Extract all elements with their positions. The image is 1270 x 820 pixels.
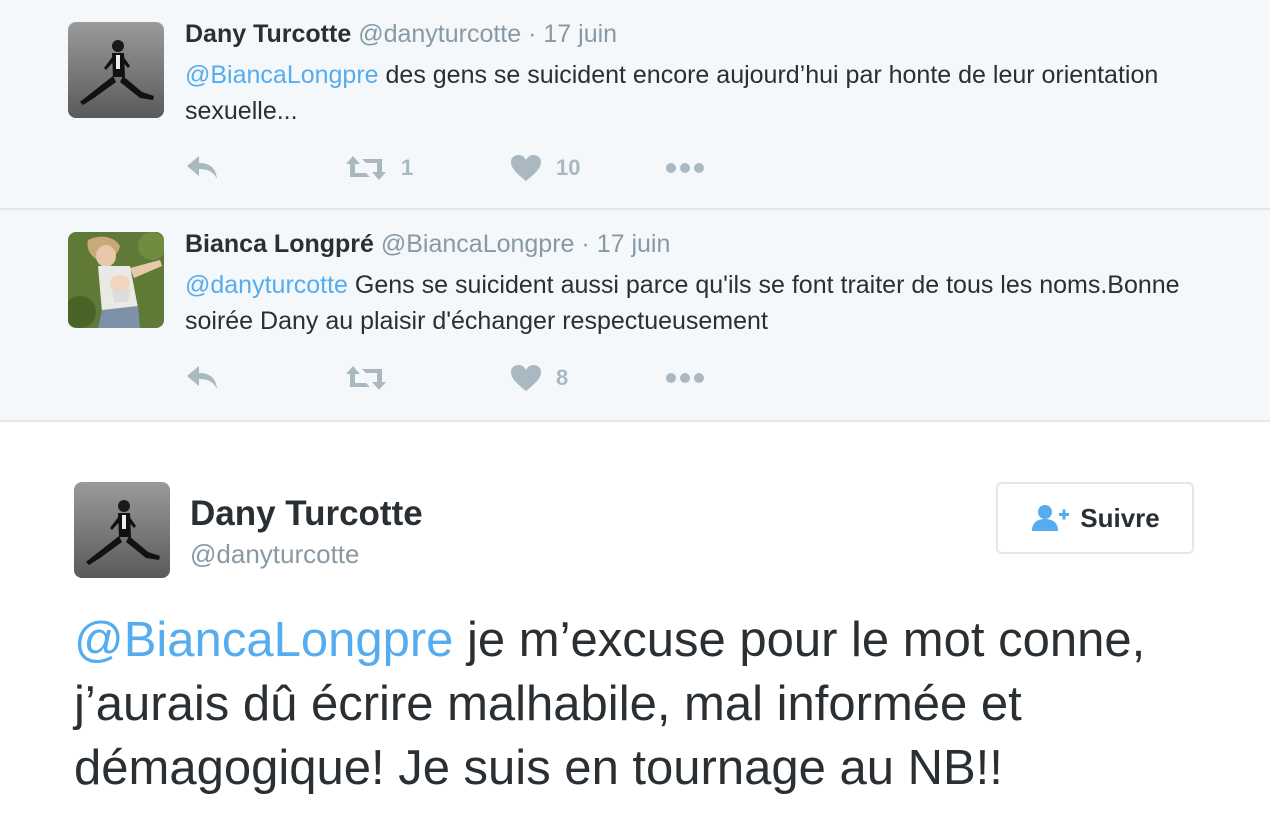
author-name[interactable]: Bianca Longpré bbox=[185, 230, 374, 258]
tweet-date[interactable]: 17 juin bbox=[543, 20, 617, 48]
like-button[interactable]: 10 bbox=[510, 148, 580, 188]
reply-icon bbox=[187, 366, 217, 389]
mention-link[interactable]: @BiancaLongpre bbox=[74, 613, 453, 667]
avatar[interactable] bbox=[68, 232, 164, 328]
retweet-button[interactable] bbox=[345, 358, 401, 398]
add-user-icon bbox=[1032, 505, 1070, 531]
reply-icon bbox=[187, 156, 217, 179]
retweet-button[interactable]: 1 bbox=[345, 148, 413, 188]
follow-button[interactable]: Suivre bbox=[996, 482, 1194, 554]
more-dots-icon bbox=[666, 163, 704, 173]
heart-icon bbox=[511, 365, 541, 391]
tweet-actions: 1 10 bbox=[185, 148, 745, 188]
follow-button-label: Suivre bbox=[1080, 502, 1160, 533]
more-dots-icon bbox=[666, 373, 704, 383]
separator: · bbox=[581, 230, 590, 258]
retweet-count: 1 bbox=[401, 155, 414, 180]
tweet-header: Bianca Longpré @BiancaLongpre · 17 juin bbox=[185, 230, 670, 259]
author-name[interactable]: Dany Turcotte bbox=[185, 20, 351, 48]
avatar[interactable] bbox=[68, 22, 164, 118]
more-button[interactable] bbox=[665, 148, 705, 188]
author-handle[interactable]: @danyturcotte bbox=[190, 539, 359, 570]
author-handle[interactable]: @BiancaLongpre bbox=[381, 230, 575, 258]
jumping-man-avatar-icon bbox=[74, 482, 170, 578]
woman-with-baby-avatar-icon bbox=[68, 232, 164, 328]
avatar[interactable] bbox=[74, 482, 170, 578]
retweet-icon bbox=[346, 156, 386, 180]
tweet-actions: 8 bbox=[185, 358, 745, 398]
mention-link[interactable]: @danyturcotte bbox=[185, 271, 348, 299]
reply-tweet[interactable]: Dany Turcotte @danyturcotte · 17 juin @B… bbox=[0, 0, 1270, 210]
jumping-man-avatar-icon bbox=[68, 22, 164, 118]
like-count: 8 bbox=[556, 365, 569, 390]
retweet-icon bbox=[346, 366, 386, 390]
tweet-text: @BiancaLongpre des gens se suicident enc… bbox=[185, 57, 1225, 129]
more-button[interactable] bbox=[665, 358, 705, 398]
tweet-text: @danyturcotte Gens se suicident aussi pa… bbox=[185, 267, 1225, 339]
like-button[interactable]: 8 bbox=[510, 358, 568, 398]
tweet-text: @BiancaLongpre je m’excuse pour le mot c… bbox=[74, 608, 1214, 800]
author-handle[interactable]: @danyturcotte bbox=[358, 20, 521, 48]
tweet-date[interactable]: 17 juin bbox=[597, 230, 671, 258]
like-count: 10 bbox=[556, 155, 581, 180]
reply-button[interactable] bbox=[185, 358, 219, 398]
heart-icon bbox=[511, 155, 541, 181]
reply-tweet[interactable]: Bianca Longpré @BiancaLongpre · 17 juin … bbox=[0, 210, 1270, 422]
separator: · bbox=[528, 20, 537, 48]
reply-button[interactable] bbox=[185, 148, 219, 188]
author-name[interactable]: Dany Turcotte bbox=[190, 494, 423, 534]
tweet-header: Dany Turcotte @danyturcotte · 17 juin bbox=[185, 20, 617, 49]
mention-link[interactable]: @BiancaLongpre bbox=[185, 61, 379, 89]
